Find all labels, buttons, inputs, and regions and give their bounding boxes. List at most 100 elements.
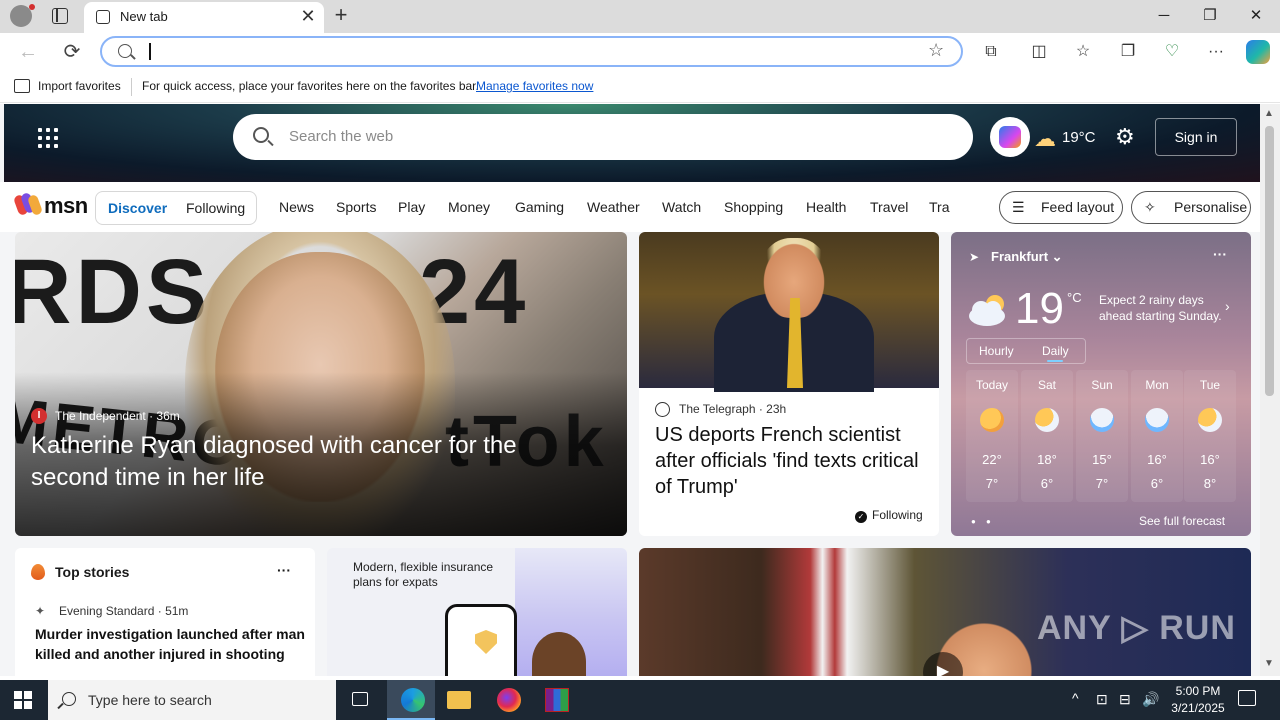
task-view-icon[interactable] (352, 692, 368, 706)
nav-link-play[interactable]: Play (398, 199, 425, 215)
tab-actions-icon[interactable] (52, 8, 68, 24)
refresh-button[interactable]: ⟳ (58, 38, 86, 66)
forecast-day[interactable]: Mon 16° 6° (1131, 370, 1183, 502)
speaker-icon[interactable]: 🔊 (1142, 691, 1159, 708)
msn-page: Search the web ☁ 19°C ⚙ Sign in msn Disc… (0, 104, 1260, 676)
following-badge[interactable]: Following (855, 508, 923, 523)
tab-following[interactable]: Following (186, 200, 245, 216)
nav-link-sports[interactable]: Sports (336, 199, 376, 215)
hero-article-card[interactable]: RDS 24 METRO tTok I The Independent · 36… (15, 232, 627, 536)
weather-more-icon[interactable]: ··· (1213, 246, 1227, 262)
forecast-day[interactable]: Tue 16° 8° (1184, 370, 1236, 502)
day-high: 18° (1037, 452, 1057, 467)
page-scrollbar[interactable]: ▲ ▼ (1260, 104, 1280, 676)
taskbar-search-box[interactable]: Type here to search (48, 680, 336, 720)
winrar-taskbar-app[interactable] (533, 680, 581, 720)
maximize-button[interactable]: ❐ (1188, 3, 1232, 29)
back-button[interactable]: ← (14, 38, 42, 66)
more-icon[interactable]: ··· (1205, 41, 1227, 63)
ad-text: Modern, flexible insurance plans for exp… (353, 560, 494, 589)
tab-discover[interactable]: Discover (108, 200, 167, 216)
scrollbar-thumb[interactable] (1265, 126, 1274, 396)
new-tab-button[interactable]: + (330, 4, 352, 27)
copilot-icon[interactable] (1246, 40, 1270, 64)
notifications-icon[interactable] (1238, 690, 1256, 706)
day-name: Sat (1037, 378, 1056, 392)
chevron-up-icon[interactable]: ^ (1072, 690, 1079, 706)
add-favorite-star-icon[interactable]: ☆ (928, 40, 944, 61)
rain-icon (1090, 408, 1114, 432)
tab-strip: New tab ✕ + ─ ❐ ✕ (0, 0, 1280, 33)
chevron-right-icon[interactable]: › (1225, 298, 1230, 314)
file-explorer-taskbar-app[interactable] (435, 680, 483, 720)
personalise-button[interactable]: ✧ Personalise (1131, 191, 1251, 224)
weather-location[interactable]: Frankfurt ⌄ (991, 249, 1063, 265)
forecast-day[interactable]: Sun 15° 7° (1076, 370, 1128, 502)
top-stories-card: Top stories ··· ✦ Evening Standard · 51m… (15, 548, 315, 676)
nav-link-watch[interactable]: Watch (662, 199, 701, 215)
story-headline[interactable]: Murder investigation launched after man … (35, 624, 305, 664)
msn-logo-icon[interactable] (12, 191, 44, 217)
telegraph-article-card[interactable]: The Telegraph · 23h US deports French sc… (639, 232, 939, 536)
scroll-down-icon[interactable]: ▼ (1264, 658, 1274, 669)
collections-icon[interactable]: ❐ (1117, 41, 1139, 63)
sliders-icon: ☰ (1012, 199, 1025, 215)
hero-headline[interactable]: Katherine Ryan diagnosed with cancer for… (31, 430, 591, 494)
day-name: Sun (1091, 378, 1113, 392)
forecast-day[interactable]: Today 22° 7° (966, 370, 1018, 502)
sign-in-button[interactable]: Sign in (1155, 118, 1237, 156)
nav-link-money[interactable]: Money (448, 199, 490, 215)
partly-sunny-icon: ☁ (1034, 126, 1056, 151)
address-bar[interactable]: ☆ (100, 36, 963, 67)
gear-icon[interactable]: ⚙ (1115, 124, 1135, 150)
nav-link-shopping[interactable]: Shopping (724, 199, 783, 215)
tab-new-tab[interactable]: New tab ✕ (84, 2, 324, 33)
nav-link-health[interactable]: Health (806, 199, 846, 215)
weather-unit[interactable]: °C (1067, 290, 1082, 305)
nav-link-gaming[interactable]: Gaming (515, 199, 564, 215)
window-close-button[interactable]: ✕ (1234, 3, 1278, 29)
clock-time[interactable]: 5:00 PM (1168, 684, 1228, 698)
tab-close-button[interactable]: ✕ (298, 6, 318, 26)
msn-logo[interactable]: msn (44, 193, 88, 219)
windows-taskbar: Type here to search ^ ⊡ ⊟ 🔊 5:00 PM 3/21… (0, 680, 1280, 720)
tab-hourly[interactable]: Hourly (979, 344, 1014, 358)
device-icon[interactable]: ⊡ (1096, 691, 1108, 708)
favorites-icon[interactable]: ☆ (1072, 41, 1094, 63)
ad-card[interactable]: Modern, flexible insurance plans for exp… (327, 548, 627, 676)
nav-link-weather[interactable]: Weather (587, 199, 640, 215)
tab-daily[interactable]: Daily (1042, 344, 1069, 358)
copilot-icon[interactable] (990, 117, 1030, 157)
browser-toolbar: ← ⟳ ☆ ⧉ ◫ ☆ ❐ ♡ ··· (0, 33, 1280, 71)
nav-link-travel[interactable]: Travel (870, 199, 908, 215)
import-favorites-button[interactable]: Import favorites (38, 79, 121, 93)
edge-taskbar-app[interactable] (387, 680, 435, 720)
apps-grid-icon[interactable] (38, 128, 58, 148)
scroll-up-icon[interactable]: ▲ (1264, 108, 1274, 119)
manage-favorites-link[interactable]: Manage favorites now (476, 79, 593, 93)
forecast-day[interactable]: Sat 18° 6° (1021, 370, 1073, 502)
video-article-card[interactable]: ▶ ANY ▷ RUN (639, 548, 1251, 676)
daily-forecast: Today 22° 7° Sat 18° 6° Sun 15° 7° Mon 1… (966, 370, 1236, 502)
weather-alert[interactable]: Expect 2 rainy days ahead starting Sunda… (1099, 292, 1239, 324)
windows-start-icon[interactable] (14, 691, 32, 709)
msn-search-box[interactable]: Search the web (233, 114, 973, 160)
profile-icon[interactable] (10, 4, 35, 27)
carousel-dots[interactable]: ● ● (971, 517, 995, 526)
nav-link-traffic[interactable]: Tra (929, 199, 951, 215)
firefox-taskbar-app[interactable] (484, 680, 532, 720)
more-options-icon[interactable]: ··· (277, 562, 291, 578)
extensions-icon[interactable]: ⧉ (980, 41, 1002, 63)
clock-date[interactable]: 3/21/2025 (1160, 701, 1236, 715)
network-icon[interactable]: ⊟ (1119, 691, 1131, 708)
see-full-forecast-link[interactable]: See full forecast (1139, 514, 1225, 528)
nav-link-news[interactable]: News (279, 199, 314, 215)
browser-essentials-icon[interactable]: ♡ (1161, 41, 1183, 63)
telegraph-headline[interactable]: US deports French scientist after offici… (655, 422, 925, 500)
header-temperature[interactable]: 19°C (1062, 129, 1096, 146)
minimize-button[interactable]: ─ (1142, 3, 1186, 29)
day-low: 7° (1095, 476, 1109, 491)
split-screen-icon[interactable]: ◫ (1028, 41, 1050, 63)
feed-layout-button[interactable]: ☰ Feed layout (999, 191, 1123, 224)
top-stories-title: Top stories (55, 564, 130, 580)
